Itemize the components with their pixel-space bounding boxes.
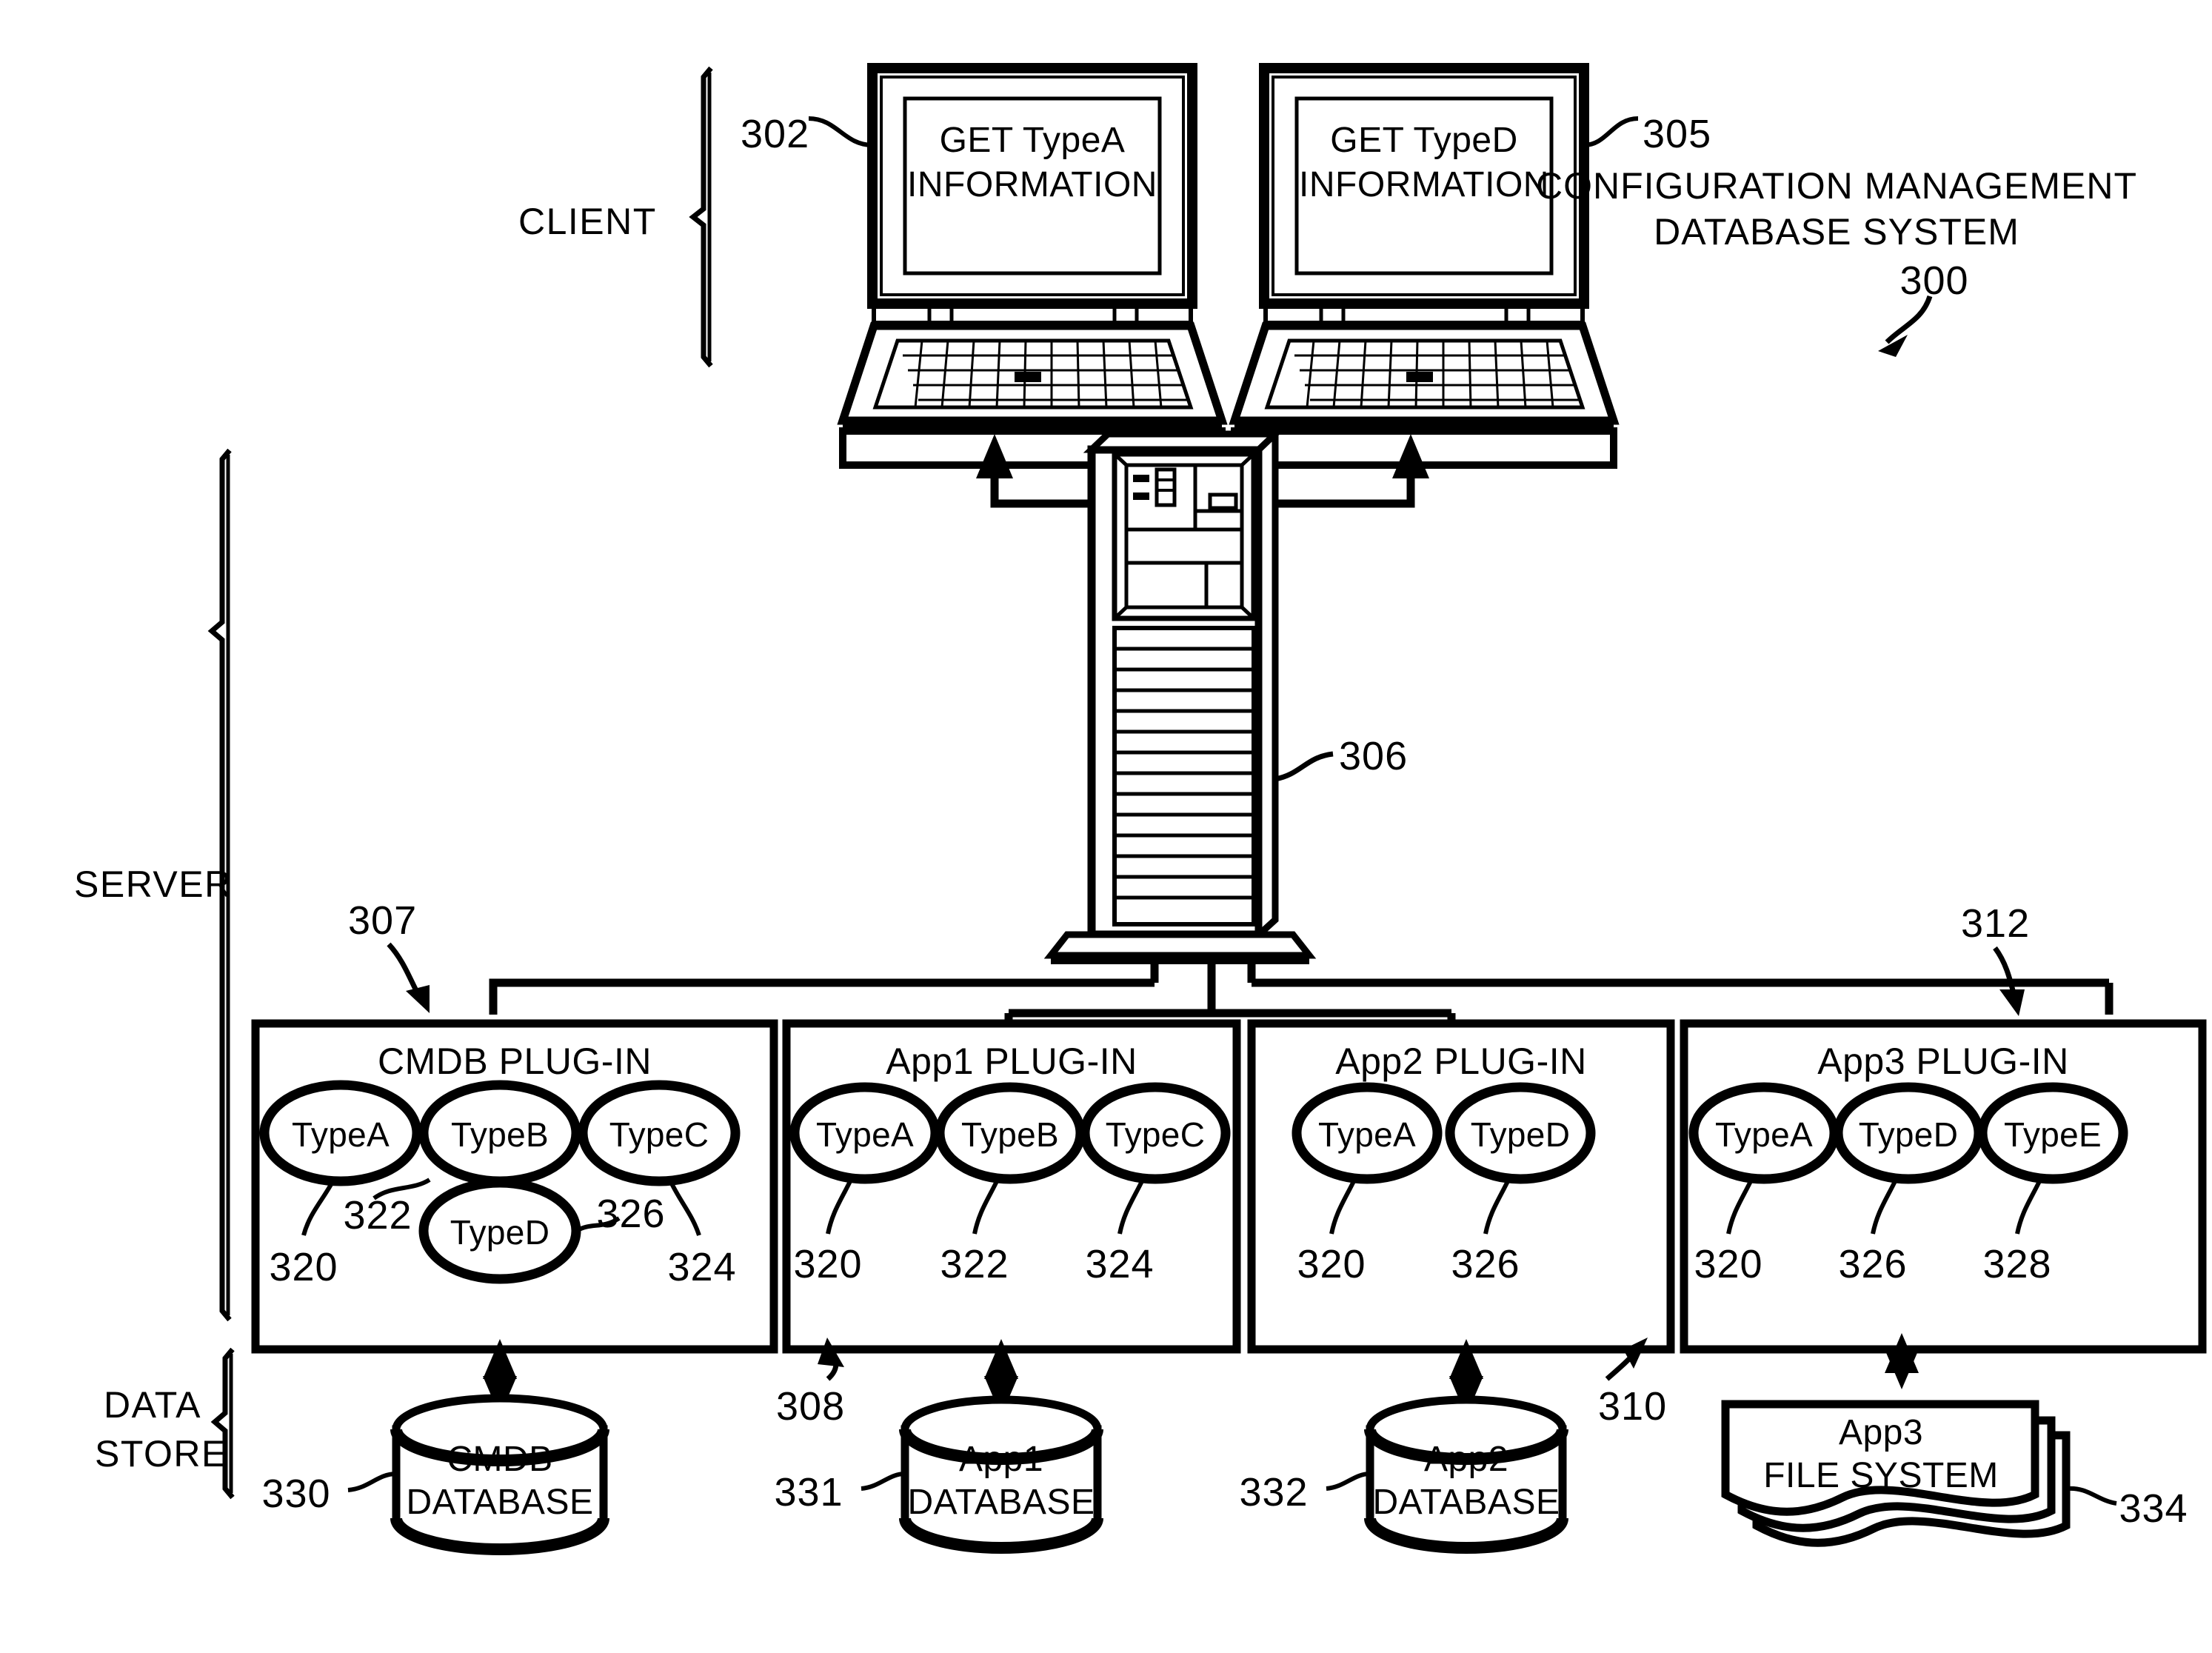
app3-type-typed-ref-326: 326 <box>1838 1242 1908 1286</box>
cmdb-type-typeb-ref-322: 322 <box>343 1193 412 1238</box>
app1-database-line2: DATABASE <box>907 1483 1095 1522</box>
cmdb-plugin-ref-307: 307 <box>348 898 418 943</box>
app1-plugin-ref-308: 308 <box>776 1384 846 1429</box>
system-ref-300: 300 <box>1899 258 1969 303</box>
app3-type-typee-ref-328: 328 <box>1982 1242 2052 1286</box>
app1-type-typeb-label: TypeB <box>961 1115 1059 1154</box>
cmdb-plugin-title: CMDB PLUG-IN <box>378 1041 652 1082</box>
app1-plugin-title: App1 PLUG-IN <box>886 1041 1137 1082</box>
client-laptop-typed-screen-line2: INFORMATION <box>1299 165 1549 204</box>
system-title-line2: DATABASE SYSTEM <box>1654 211 2019 253</box>
app1-database-line1: App1 <box>958 1440 1044 1479</box>
app2-type-typea-ref-320: 320 <box>1297 1242 1366 1286</box>
zone-label-client: CLIENT <box>518 201 657 242</box>
app2-type-typed-ref-326: 326 <box>1451 1242 1520 1286</box>
app2-type-typea-label: TypeA <box>1318 1115 1416 1154</box>
cmdb-type-typea-label: TypeA <box>292 1115 390 1154</box>
cmdb-type-typed-ref-326: 326 <box>596 1192 666 1236</box>
app3-type-typed-label: TypeD <box>1858 1115 1959 1154</box>
client-laptop-typed-ref-305: 305 <box>1643 112 1712 156</box>
app1-type-typea-label: TypeA <box>816 1115 914 1154</box>
patent-figure-page: CLIENT SERVER DATA STORE CONFIGURATION M… <box>0 0 2212 1653</box>
app3-type-typea-ref-320: 320 <box>1694 1242 1763 1286</box>
cmdb-type-typea-ref-320: 320 <box>269 1245 338 1289</box>
server-plugin-bus <box>489 964 2114 1023</box>
server-tower <box>1043 426 1334 964</box>
app3-file-system-ref-334: 334 <box>2119 1486 2188 1531</box>
cmdb-type-typed-label: TypeD <box>450 1213 550 1252</box>
cmdb-type-typec-label: TypeC <box>609 1115 709 1154</box>
cmdb-database-line1: CMDB <box>447 1440 553 1479</box>
client-bracket <box>689 66 713 368</box>
system-title-line1: CONFIGURATION MANAGEMENT <box>1536 165 2137 207</box>
app1-database-ref-331: 331 <box>774 1470 843 1515</box>
app2-database-line1: App2 <box>1423 1440 1509 1479</box>
client-laptop-typea-screen-line2: INFORMATION <box>907 165 1157 204</box>
app3-type-typee-label: TypeE <box>2004 1115 2102 1154</box>
app1-type-typea-ref-320: 320 <box>793 1242 863 1286</box>
cmdb-database-line2: DATABASE <box>406 1483 594 1522</box>
zone-label-server: SERVER <box>74 864 233 905</box>
cmdb-database-ref-330: 330 <box>261 1472 331 1516</box>
cmdb-type-typec-ref-324: 324 <box>667 1245 737 1289</box>
server-ref-306: 306 <box>1339 734 1409 778</box>
app3-plugin-ref-312: 312 <box>1961 901 2031 946</box>
app3-file-system-line2: FILE SYSTEM <box>1763 1456 1999 1495</box>
cmdb-type-typeb-label: TypeB <box>451 1115 549 1154</box>
app3-plugin-title: App3 PLUG-IN <box>1817 1041 2069 1082</box>
app1-type-typeb-ref-322: 322 <box>940 1242 1009 1286</box>
system-ref-leader <box>1878 295 1933 357</box>
app2-plugin-title: App2 PLUG-IN <box>1335 1041 1587 1082</box>
client-laptop-typea-ref-302: 302 <box>741 112 810 156</box>
zone-label-data-store-line1: DATA <box>104 1384 201 1426</box>
client-laptop-typed-screen-line1: GET TypeD <box>1330 121 1518 160</box>
client-laptop-typea-screen-line1: GET TypeA <box>939 121 1126 160</box>
app3-type-typea-label: TypeA <box>1715 1115 1813 1154</box>
app2-database-ref-332: 332 <box>1239 1470 1309 1515</box>
app3-file-system-line1: App3 <box>1838 1413 1924 1452</box>
app2-type-typed-label: TypeD <box>1470 1115 1571 1154</box>
app2-plugin-ref-310: 310 <box>1598 1384 1668 1429</box>
app2-database-line2: DATABASE <box>1372 1483 1560 1522</box>
app1-type-typec-label: TypeC <box>1105 1115 1206 1154</box>
app1-type-typec-ref-324: 324 <box>1085 1242 1155 1286</box>
zone-label-data-store-line2: STORE <box>95 1433 227 1475</box>
plugin-datastore-links <box>495 1349 1906 1406</box>
